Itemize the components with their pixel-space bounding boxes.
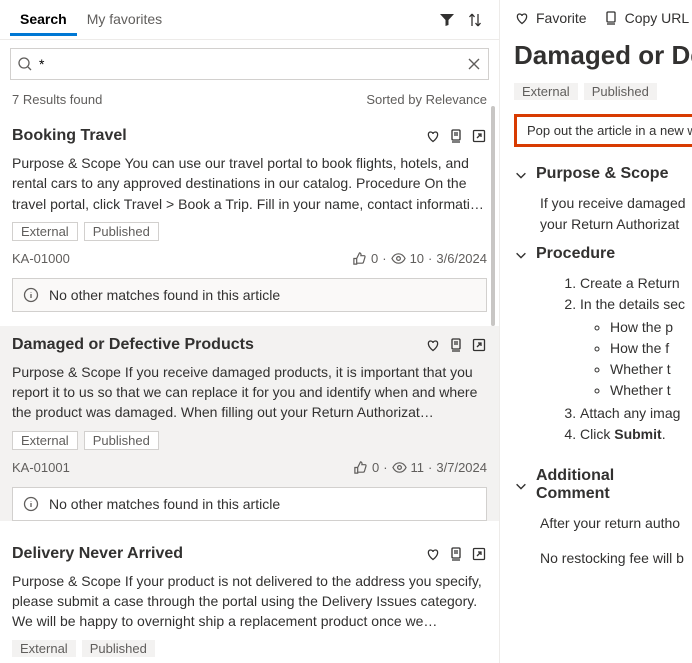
section-toggle[interactable]: Additional Comment xyxy=(514,467,692,503)
filter-icon[interactable] xyxy=(433,6,461,34)
link-icon[interactable] xyxy=(448,546,464,562)
result-preview: Purpose & Scope You can use our travel p… xyxy=(12,153,487,214)
popout-tooltip: Pop out the article in a new window xyxy=(514,114,692,147)
tag-external: External xyxy=(514,83,578,100)
eye-icon xyxy=(392,460,407,475)
sort-icon[interactable] xyxy=(461,6,489,34)
result-preview: Purpose & Scope If you receive damaged p… xyxy=(12,362,487,423)
result-id: KA-01000 xyxy=(12,251,352,266)
article-title: Damaged or De xyxy=(514,40,692,71)
link-icon[interactable] xyxy=(448,337,464,353)
copy-url-button[interactable]: Copy URL xyxy=(603,10,690,26)
tag-published: Published xyxy=(84,222,159,241)
chevron-down-icon xyxy=(514,248,528,262)
thumb-icon xyxy=(352,251,367,266)
section-body: After your return autho No restocking fe… xyxy=(514,513,692,569)
result-card[interactable]: Damaged or Defective Products Purpose & … xyxy=(0,326,499,521)
chevron-down-icon xyxy=(514,168,528,182)
search-icon xyxy=(17,56,33,72)
thumb-icon xyxy=(353,460,368,475)
favorite-button[interactable]: Favorite xyxy=(514,10,587,26)
section-toggle[interactable]: Procedure xyxy=(514,245,692,263)
result-card[interactable]: Booking Travel Purpose & Scope You can u… xyxy=(0,117,499,312)
popout-icon[interactable] xyxy=(471,546,487,562)
no-match-banner: No other matches found in this article xyxy=(12,487,487,521)
heart-icon[interactable] xyxy=(425,128,441,144)
heart-icon[interactable] xyxy=(425,546,441,562)
section-body: Create a Return In the details sec How t… xyxy=(514,273,692,445)
info-icon xyxy=(23,496,39,512)
article-panel: Favorite Copy URL Damaged or De External… xyxy=(500,0,692,663)
search-input[interactable] xyxy=(33,56,466,72)
tag-external: External xyxy=(12,222,78,241)
tab-favorites[interactable]: My favorites xyxy=(77,3,172,36)
results-count: 7 Results found xyxy=(12,92,102,107)
link-icon[interactable] xyxy=(448,128,464,144)
result-stats: 0 · 11 · 3/7/2024 xyxy=(353,460,487,475)
result-id: KA-01001 xyxy=(12,460,353,475)
tag-published: Published xyxy=(84,431,159,450)
result-title: Delivery Never Arrived xyxy=(12,545,425,563)
result-title: Booking Travel xyxy=(12,127,425,145)
heart-icon xyxy=(514,10,530,26)
section-toggle[interactable]: Purpose & Scope xyxy=(514,165,692,183)
result-card[interactable]: Delivery Never Arrived Purpose & Scope I… xyxy=(0,535,499,663)
result-preview: Purpose & Scope If your product is not d… xyxy=(12,571,487,632)
info-icon xyxy=(23,287,39,303)
chevron-down-icon xyxy=(514,479,528,493)
tag-published: Published xyxy=(82,640,155,657)
result-stats: 0 · 10 · 3/6/2024 xyxy=(352,251,487,266)
section-body: If you receive damaged your Return Autho… xyxy=(514,193,692,235)
link-icon xyxy=(603,10,619,26)
results-header: 7 Results found Sorted by Relevance xyxy=(0,88,499,117)
tabs-bar: Search My favorites xyxy=(0,0,499,40)
scrollbar-thumb[interactable] xyxy=(491,106,495,326)
eye-icon xyxy=(391,251,406,266)
popout-icon[interactable] xyxy=(471,128,487,144)
result-title: Damaged or Defective Products xyxy=(12,336,425,354)
results-list: Booking Travel Purpose & Scope You can u… xyxy=(0,117,499,663)
tag-published: Published xyxy=(584,83,657,100)
heart-icon[interactable] xyxy=(425,337,441,353)
tab-search[interactable]: Search xyxy=(10,3,77,36)
no-match-banner: No other matches found in this article xyxy=(12,278,487,312)
popout-icon[interactable] xyxy=(471,337,487,353)
search-box[interactable] xyxy=(10,48,489,80)
tag-external: External xyxy=(12,431,78,450)
clear-icon[interactable] xyxy=(466,56,482,72)
results-sort: Sorted by Relevance xyxy=(366,92,487,107)
tag-external: External xyxy=(12,640,76,657)
